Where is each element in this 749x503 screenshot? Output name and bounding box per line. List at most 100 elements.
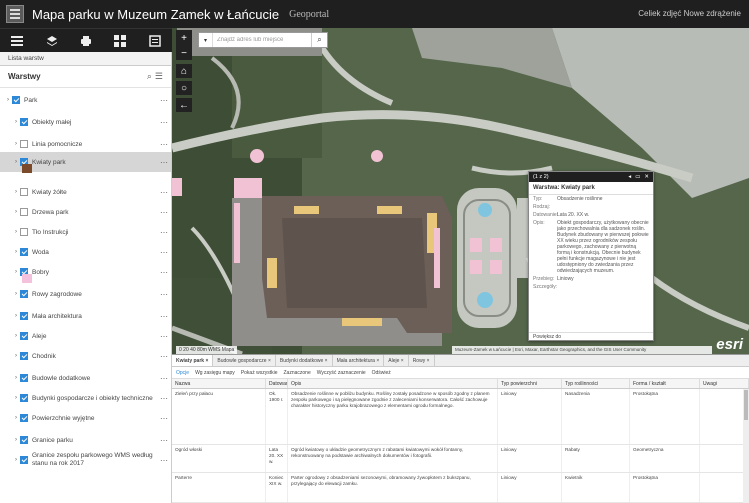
expand-arrow-icon[interactable]: › — [12, 189, 20, 195]
layers-icon[interactable] — [43, 32, 61, 50]
expand-arrow-icon[interactable]: › — [12, 249, 20, 255]
menu-icon[interactable] — [146, 32, 164, 50]
expand-arrow-icon[interactable]: › — [12, 375, 20, 381]
table-tab[interactable]: Aleje × — [384, 355, 409, 366]
layer-item[interactable]: › Mała architektura ⋯ — [0, 306, 171, 326]
prev-icon[interactable]: ◂ — [628, 174, 631, 180]
table-tab[interactable]: Budowle gospodarcze × — [213, 355, 276, 366]
expand-arrow-icon[interactable]: › — [12, 269, 20, 275]
layer-item[interactable]: › Obiekty małej ⋯ — [0, 112, 171, 132]
layer-options-icon[interactable]: ⋯ — [157, 456, 171, 465]
search-icon[interactable]: ⌕ — [147, 71, 152, 82]
layer-options-icon[interactable]: ⋯ — [157, 290, 171, 299]
layer-visibility-checkbox[interactable] — [20, 456, 28, 464]
layer-visibility-checkbox[interactable] — [20, 188, 28, 196]
table-toolbar-item[interactable]: Opcje — [176, 370, 189, 376]
column-header[interactable]: Opis — [288, 379, 498, 388]
table-toolbar-item[interactable]: Odśwież — [372, 370, 391, 376]
layer-visibility-checkbox[interactable] — [20, 290, 28, 298]
layer-visibility-checkbox[interactable] — [20, 118, 28, 126]
filter-icon[interactable]: ☰ — [155, 71, 163, 82]
column-header[interactable]: Nazwa — [172, 379, 266, 388]
expand-arrow-icon[interactable]: › — [12, 291, 20, 297]
layer-visibility-checkbox[interactable] — [20, 436, 28, 444]
table-scrollbar[interactable] — [743, 389, 749, 503]
column-header[interactable]: Typ powierzchni — [498, 379, 562, 388]
layer-options-icon[interactable]: ⋯ — [157, 374, 171, 383]
expand-arrow-icon[interactable]: › — [12, 415, 20, 421]
layer-item[interactable]: › Granice parku ⋯ — [0, 430, 171, 450]
layer-item[interactable]: › Kwiaty żółte ⋯ — [0, 182, 171, 202]
expand-arrow-icon[interactable]: › — [12, 333, 20, 339]
layer-item[interactable]: › Tło Instrukcji ⋯ — [0, 222, 171, 242]
expand-arrow-icon[interactable]: › — [12, 119, 20, 125]
search-source-dropdown[interactable]: ▾ — [199, 33, 213, 47]
expand-arrow-icon[interactable]: › — [12, 229, 20, 235]
layer-item[interactable]: › Aleje ⋯ — [0, 326, 171, 346]
layer-options-icon[interactable]: ⋯ — [157, 118, 171, 127]
expand-arrow-icon[interactable]: › — [12, 457, 20, 463]
home-icon[interactable]: ⌂ — [176, 64, 192, 78]
layer-visibility-checkbox[interactable] — [12, 96, 20, 104]
layer-options-icon[interactable]: ⋯ — [157, 208, 171, 217]
search-icon[interactable]: ⌕ — [311, 33, 327, 47]
layer-visibility-checkbox[interactable] — [20, 208, 28, 216]
zoom-in-button[interactable]: + — [176, 30, 192, 46]
layer-options-icon[interactable]: ⋯ — [157, 248, 171, 257]
expand-arrow-icon[interactable]: › — [4, 97, 12, 103]
dock-icon[interactable]: ▭ — [635, 174, 640, 180]
list-icon[interactable] — [8, 32, 26, 50]
table-toolbar-item[interactable]: Wg zasięgu mapy — [195, 370, 235, 376]
layer-options-icon[interactable]: ⋯ — [157, 352, 171, 361]
layer-visibility-checkbox[interactable] — [20, 332, 28, 340]
layer-visibility-checkbox[interactable] — [20, 312, 28, 320]
layer-visibility-checkbox[interactable] — [20, 140, 28, 148]
layer-visibility-checkbox[interactable] — [20, 352, 28, 360]
table-row[interactable]: Ogród włoski Lata 20. XX w. Ogród kwiatowy… — [172, 445, 749, 473]
layer-options-icon[interactable]: ⋯ — [157, 312, 171, 321]
layer-visibility-checkbox[interactable] — [20, 374, 28, 382]
table-toolbar-item[interactable]: Pokaż wszystkie — [241, 370, 278, 376]
table-tab[interactable]: Kwiaty park × — [172, 355, 214, 366]
map-view[interactable]: + − ⌂ ○ ← ▾ Znajdź adres lub miejsce ⌕ 0… — [172, 28, 749, 354]
layer-options-icon[interactable]: ⋯ — [157, 268, 171, 277]
back-icon[interactable]: ← — [176, 98, 192, 112]
sidebar-tab[interactable]: Lista warstw — [0, 52, 171, 66]
layer-options-icon[interactable]: ⋯ — [157, 436, 171, 445]
layer-visibility-checkbox[interactable] — [20, 394, 28, 402]
layer-options-icon[interactable]: ⋯ — [157, 158, 171, 167]
layer-item[interactable]: › Granice zespołu parkowego WMS według st… — [0, 450, 171, 470]
layer-visibility-checkbox[interactable] — [20, 248, 28, 256]
layer-item[interactable]: › Budowle dodatkowe ⋯ — [0, 368, 171, 388]
layer-item[interactable]: › Park ⋯ — [0, 90, 171, 110]
column-header[interactable]: Typ roślinności — [562, 379, 630, 388]
layer-options-icon[interactable]: ⋯ — [157, 96, 171, 105]
layer-options-icon[interactable]: ⋯ — [157, 414, 171, 423]
expand-arrow-icon[interactable]: › — [12, 313, 20, 319]
column-header[interactable]: Datowanie — [266, 379, 288, 388]
header-links[interactable]: Celiek zdjęć Nowe zdrążenie — [638, 9, 741, 18]
expand-arrow-icon[interactable]: › — [12, 159, 20, 165]
layer-item[interactable]: › Chodnik ⋯ — [0, 346, 171, 366]
column-header[interactable]: Forma / kształt — [630, 379, 700, 388]
layer-options-icon[interactable]: ⋯ — [157, 394, 171, 403]
layer-item[interactable]: › Woda ⋯ — [0, 242, 171, 262]
table-tab[interactable]: Rowy × — [409, 355, 435, 366]
locate-icon[interactable]: ○ — [176, 81, 192, 95]
hamburger-menu-icon[interactable] — [6, 5, 24, 23]
layer-options-icon[interactable]: ⋯ — [157, 188, 171, 197]
layer-options-icon[interactable]: ⋯ — [157, 140, 171, 149]
layer-item[interactable]: › Drzewa park ⋯ — [0, 202, 171, 222]
layer-item[interactable]: › Powierzchnie wyjętne ⋯ — [0, 408, 171, 428]
close-icon[interactable]: ✕ — [644, 174, 649, 180]
layer-item[interactable]: › Rowy zagrodowe ⋯ — [0, 284, 171, 304]
layer-item[interactable]: › Linia pomocnicze ⋯ — [0, 134, 171, 154]
layer-visibility-checkbox[interactable] — [20, 228, 28, 236]
table-tab[interactable]: Mała architektura × — [333, 355, 385, 366]
expand-arrow-icon[interactable]: › — [12, 141, 20, 147]
printer-icon[interactable] — [77, 32, 95, 50]
column-header[interactable]: Uwagi — [700, 379, 749, 388]
search-widget[interactable]: ▾ Znajdź adres lub miejsce ⌕ — [198, 32, 328, 48]
layer-options-icon[interactable]: ⋯ — [157, 228, 171, 237]
expand-arrow-icon[interactable]: › — [12, 353, 20, 359]
